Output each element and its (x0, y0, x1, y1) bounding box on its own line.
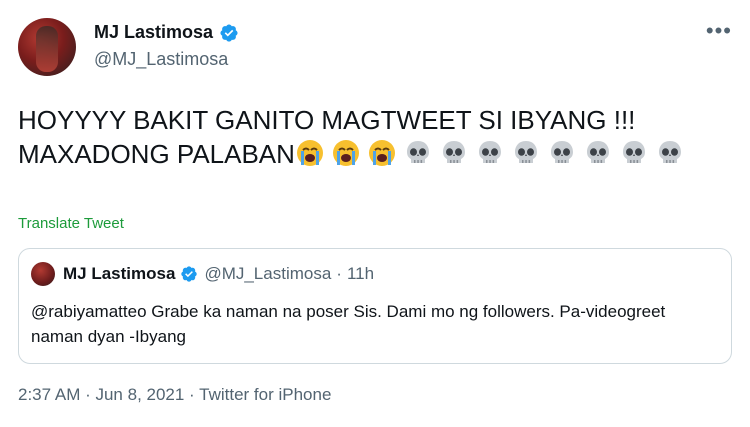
quoted-handle: @MJ_Lastimosa (204, 264, 332, 283)
quoted-separator: · (336, 264, 342, 283)
skull-icon (655, 138, 685, 168)
skull-icon (547, 138, 577, 168)
quoted-tweet-card[interactable]: MJ Lastimosa @MJ_Lastimosa · 11h @rabiya… (18, 248, 732, 364)
tweet-line-2: MAXADONG PALABAN (18, 139, 295, 169)
quoted-display-name: MJ Lastimosa (63, 264, 176, 283)
tweet-timestamp-source[interactable]: 2:37 AM · Jun 8, 2021 · Twitter for iPho… (18, 385, 331, 405)
quoted-text: @rabiyamatteo Grabe ka naman na poser Si… (31, 302, 666, 346)
skull-icon (583, 138, 613, 168)
skull-icon (511, 138, 541, 168)
author-name-row: MJ Lastimosa (94, 22, 239, 43)
avatar[interactable] (18, 18, 76, 76)
quoted-time[interactable]: 11h (347, 264, 374, 284)
skull-icon (475, 138, 505, 168)
author-handle[interactable]: @MJ_Lastimosa (94, 49, 228, 70)
skull-icon (439, 138, 469, 168)
verified-badge-icon (219, 23, 239, 43)
quoted-header: MJ Lastimosa @MJ_Lastimosa · 11h (63, 264, 374, 284)
translate-tweet-link[interactable]: Translate Tweet (18, 215, 124, 232)
skull-icon (619, 138, 649, 168)
loudly-crying-face-icon (367, 138, 397, 168)
tweet-text: HOYYYY BAKIT GANITO MAGTWEET SI IBYANG !… (18, 103, 733, 171)
tweet-line-1: HOYYYY BAKIT GANITO MAGTWEET SI IBYANG !… (18, 105, 636, 135)
loudly-crying-face-icon (331, 138, 361, 168)
emoji-row (295, 139, 691, 169)
author-display-name[interactable]: MJ Lastimosa (94, 22, 213, 43)
quoted-verified-badge-icon (180, 265, 198, 283)
quoted-avatar (31, 262, 55, 286)
more-options-icon[interactable]: ••• (706, 18, 732, 44)
loudly-crying-face-icon (295, 138, 325, 168)
skull-icon (403, 138, 433, 168)
